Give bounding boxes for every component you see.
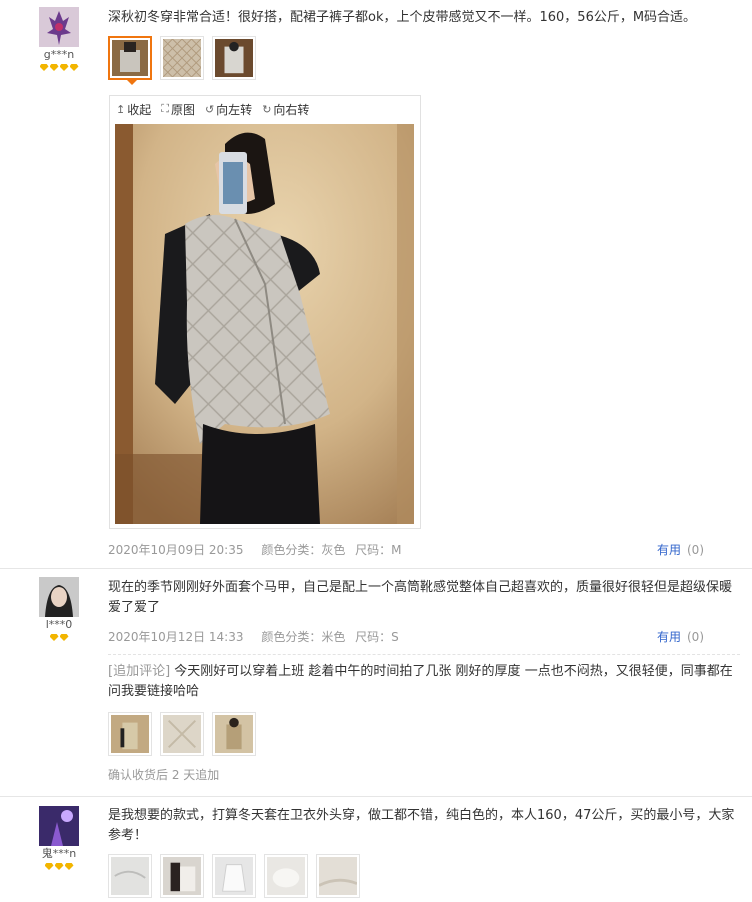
photo-thumbnail[interactable] [212, 36, 256, 80]
gem-icon [39, 64, 49, 71]
arrow-up-icon: ↥ [116, 102, 126, 116]
gem-icon [59, 64, 69, 71]
photo-thumbnail[interactable] [108, 712, 152, 756]
size-option: 尺码：M [355, 543, 402, 557]
rank-gems [30, 64, 88, 74]
review-meta: 2020年10月09日 20:35 颜色分类：灰色 尺码：M 有用 (0) [108, 541, 740, 559]
photo-thumbnail[interactable] [108, 854, 152, 898]
avatar[interactable] [39, 806, 79, 846]
size-option: 尺码：S [355, 630, 399, 644]
photo-thumbnail[interactable] [160, 36, 204, 80]
reviewer-1: g***n [30, 7, 88, 74]
rank-gems [30, 634, 88, 644]
review-date: 2020年10月09日 20:35 [108, 543, 244, 557]
review-photo[interactable] [115, 124, 414, 524]
photo-thumbnails [108, 854, 740, 898]
photo-thumbnail[interactable] [108, 36, 152, 85]
gem-icon [64, 863, 74, 870]
username: l***0 [45, 618, 73, 631]
color-option: 颜色分类：米色 [261, 630, 346, 644]
reviewer-3: 鬼***n [30, 806, 88, 873]
photo-thumbnail[interactable] [160, 854, 204, 898]
addon-note: 确认收货后 2 天追加 [108, 768, 220, 782]
addon-review: [追加评论] 今天刚好可以穿着上班 趁着中午的时间拍了几张 刚好的厚度 一点也不… [108, 662, 740, 702]
useful-button[interactable]: 有用 (0) [657, 541, 718, 559]
addon-text: 今天刚好可以穿着上班 趁着中午的时间拍了几张 刚好的厚度 一点也不闷热，又很轻便… [108, 664, 733, 699]
gem-icon [54, 863, 64, 870]
review-text: 是我想要的款式，打算冬天套在卫衣外头穿，做工都不错，纯白色的，本人160，47公… [108, 808, 735, 843]
rotate-right-button[interactable]: ↻ 向右转 [262, 101, 309, 118]
review-date: 2020年10月12日 14:33 [108, 630, 244, 644]
useful-button[interactable]: 有用 (0) [657, 628, 718, 646]
collapse-button[interactable]: ↥ 收起 [116, 101, 151, 118]
avatar[interactable] [39, 577, 79, 617]
rotate-left-icon: ↺ [204, 102, 215, 116]
avatar[interactable] [39, 7, 79, 47]
photo-thumbnail[interactable] [264, 854, 308, 898]
gem-icon [44, 863, 54, 870]
divider [0, 796, 752, 797]
photo-thumbnails [108, 712, 740, 756]
photo-thumbnail[interactable] [316, 854, 360, 898]
color-option: 颜色分类：灰色 [261, 543, 346, 557]
divider [108, 654, 740, 655]
gem-icon [49, 634, 59, 641]
reviewer-2: l***0 [30, 577, 88, 644]
viewer-toolbar: ↥ 收起 ⛶ 原图 ↺ 向左转 ↻ 向右转 [110, 96, 420, 122]
photo-thumbnails [108, 36, 740, 85]
photo-viewer: ↥ 收起 ⛶ 原图 ↺ 向左转 ↻ 向右转 [109, 95, 421, 529]
username: g***n [43, 48, 75, 61]
gem-icon [49, 64, 59, 71]
addon-label: [追加评论] [108, 664, 171, 679]
photo-thumbnail[interactable] [212, 712, 256, 756]
rotate-left-button[interactable]: ↺ 向左转 [205, 101, 252, 118]
expand-icon: ⛶ [161, 102, 169, 115]
review-meta: 2020年10月12日 14:33 颜色分类：米色 尺码：S 有用 (0) [108, 628, 740, 646]
photo-thumbnail[interactable] [212, 854, 256, 898]
rotate-right-icon: ↻ [262, 102, 272, 116]
gem-icon [59, 634, 69, 641]
review-text: 现在的季节刚刚好外面套个马甲，自己是配上一个高筒靴感觉整体自己超喜欢的，质量很好… [108, 580, 733, 615]
gem-icon [69, 64, 79, 71]
username: 鬼***n [41, 847, 77, 860]
original-image-button[interactable]: ⛶ 原图 [161, 101, 195, 118]
divider [0, 568, 752, 569]
photo-thumbnail[interactable] [160, 712, 204, 756]
rank-gems [30, 863, 88, 873]
review-text: 深秋初冬穿非常合适！很好搭，配裙子裤子都ok，上个皮带感觉又不一样。160，56… [108, 10, 697, 25]
